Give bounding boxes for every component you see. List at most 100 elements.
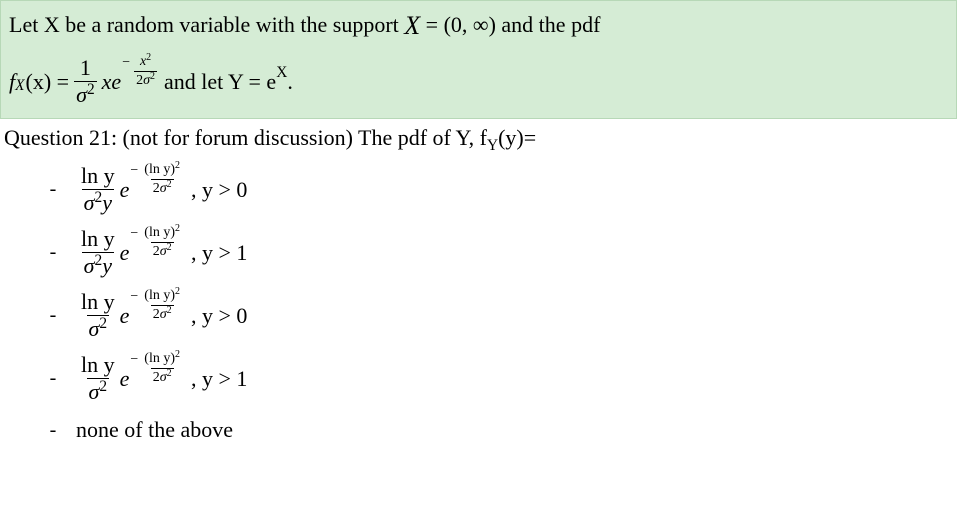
opt1-den: σ2y [82, 189, 114, 214]
intro-line: Let X be a random variable with the supp… [9, 9, 948, 39]
option-4: - ln y σ2 e − (ln y)2 2σ2 , y > 1 [30, 354, 957, 403]
exp-frac: x2 2σ2 [134, 55, 157, 88]
option-dash: - [30, 241, 76, 264]
option-none-text: none of the above [76, 417, 233, 443]
intro-text-b: and the pdf [501, 12, 600, 37]
o2-two: 2 [95, 252, 103, 269]
question-tail: (y)= [498, 125, 536, 150]
o4e-sigma: σ [160, 370, 167, 385]
sigma-two: 2 [87, 81, 95, 98]
o2-e: e [120, 240, 130, 266]
opt2-main-frac: ln y σ2y [79, 228, 117, 277]
exp-sigma: σ [143, 73, 150, 88]
o1e-sigma: σ [160, 181, 167, 196]
option-3-math: ln y σ2 e − (ln y)2 2σ2 , y > 0 [76, 291, 247, 340]
o4-exp-num: (ln y)2 [142, 352, 182, 368]
o2-y: y [102, 253, 112, 278]
o2e-2: 2 [153, 244, 160, 259]
o1-minus: − [130, 163, 138, 179]
opt3-main-frac: ln y σ2 [79, 291, 117, 340]
minus: − [122, 55, 130, 71]
o3-exp-den: 2σ2 [151, 305, 174, 322]
xe: xe [102, 69, 122, 95]
option-4-math: ln y σ2 e − (ln y)2 2σ2 , y > 1 [76, 354, 247, 403]
o3-e: e [120, 303, 130, 329]
o2-sigma: σ [84, 253, 95, 278]
o3-cond: , y > 0 [191, 303, 247, 329]
opt1-main-frac: ln y σ2y [79, 165, 117, 214]
o4-two: 2 [99, 378, 107, 395]
o3-expfrac: (ln y)2 2σ2 [142, 289, 182, 322]
exp-sigma2: 2 [150, 71, 155, 82]
option-dash: - [30, 178, 76, 201]
o1-exp-num: (ln y)2 [142, 163, 182, 179]
intro-text-a: Let X be a random variable with the supp… [9, 12, 404, 37]
o2-cond: , y > 1 [191, 240, 247, 266]
o1-lny2: 2 [175, 160, 180, 171]
pdf-line: f X (x) = 1 σ2 xe − x2 2σ2 and let Y = e… [9, 57, 948, 106]
support-text: = (0, ∞) [426, 12, 496, 37]
option-2-math: ln y σ2y e − (ln y)2 2σ2 , y > 1 [76, 228, 247, 277]
option-5: - none of the above [30, 417, 957, 443]
frac-num: 1 [78, 57, 93, 81]
option-dash: - [30, 419, 76, 442]
o2-expfrac: (ln y)2 2σ2 [142, 226, 182, 259]
o1e-sigma2: 2 [167, 179, 172, 190]
o4-expfrac: (ln y)2 2σ2 [142, 352, 182, 385]
o4-expblock: − (ln y)2 2σ2 [130, 352, 185, 385]
exp-x2: 2 [146, 52, 151, 63]
opt4-num: ln y [79, 354, 117, 378]
o3e-sigma: σ [160, 307, 167, 322]
o4-sigma: σ [89, 379, 100, 404]
o4-e: e [120, 366, 130, 392]
option-2: - ln y σ2y e − (ln y)2 2σ2 , y > 1 [30, 228, 957, 277]
o1e-2: 2 [153, 181, 160, 196]
option-3: - ln y σ2 e − (ln y)2 2σ2 , y > 0 [30, 291, 957, 340]
o2-lny: (ln y) [144, 225, 175, 240]
o3e-sigma2: 2 [167, 305, 172, 316]
o1-y: y [102, 190, 112, 215]
o2e-sigma2: 2 [167, 242, 172, 253]
sigma: σ [76, 82, 87, 107]
frac-den: σ2 [74, 81, 97, 106]
o2e-sigma: σ [160, 244, 167, 259]
question-text: Question 21: (not for forum discussion) … [4, 125, 487, 150]
o1-cond: , y > 0 [191, 177, 247, 203]
and-let: and let Y = e [164, 69, 276, 95]
opt2-den: σ2y [82, 252, 114, 277]
o1-two: 2 [95, 189, 103, 206]
option-dash: - [30, 367, 76, 390]
option-1: - ln y σ2y e − (ln y)2 2σ2 , y > 0 [30, 165, 957, 214]
exp-den: 2σ2 [134, 71, 157, 88]
options-list: - ln y σ2y e − (ln y)2 2σ2 , y > 0 - [0, 165, 957, 443]
o3-expblock: − (ln y)2 2σ2 [130, 289, 185, 322]
o2-exp-num: (ln y)2 [142, 226, 182, 242]
option-1-math: ln y σ2y e − (ln y)2 2σ2 , y > 0 [76, 165, 247, 214]
o3-lny2: 2 [175, 286, 180, 297]
opt1-num: ln y [79, 165, 117, 189]
e-X: X [276, 64, 287, 82]
o3e-2: 2 [153, 307, 160, 322]
o1-sigma: σ [84, 190, 95, 215]
problem-statement-box: Let X be a random variable with the supp… [0, 0, 957, 119]
o1-expblock: − (ln y)2 2σ2 [130, 163, 185, 196]
o4-minus: − [130, 352, 138, 368]
o1-lny: (ln y) [144, 162, 175, 177]
question-sub: Y [487, 137, 498, 154]
opt4-den: σ2 [87, 378, 110, 403]
exp-block: − x2 2σ2 [122, 55, 160, 88]
option-dash: - [30, 304, 76, 327]
o2-expblock: − (ln y)2 2σ2 [130, 226, 185, 259]
o4e-2: 2 [153, 370, 160, 385]
o3-minus: − [130, 289, 138, 305]
o3-two: 2 [99, 315, 107, 332]
o4-cond: , y > 1 [191, 366, 247, 392]
o3-lny: (ln y) [144, 288, 175, 303]
o2-lny2: 2 [175, 223, 180, 234]
f-arg: (x) = [26, 69, 70, 95]
opt4-main-frac: ln y σ2 [79, 354, 117, 403]
o2-exp-den: 2σ2 [151, 242, 174, 259]
exp-num: x2 [138, 55, 153, 71]
f-subscript: X [15, 77, 24, 95]
period: . [287, 69, 293, 95]
